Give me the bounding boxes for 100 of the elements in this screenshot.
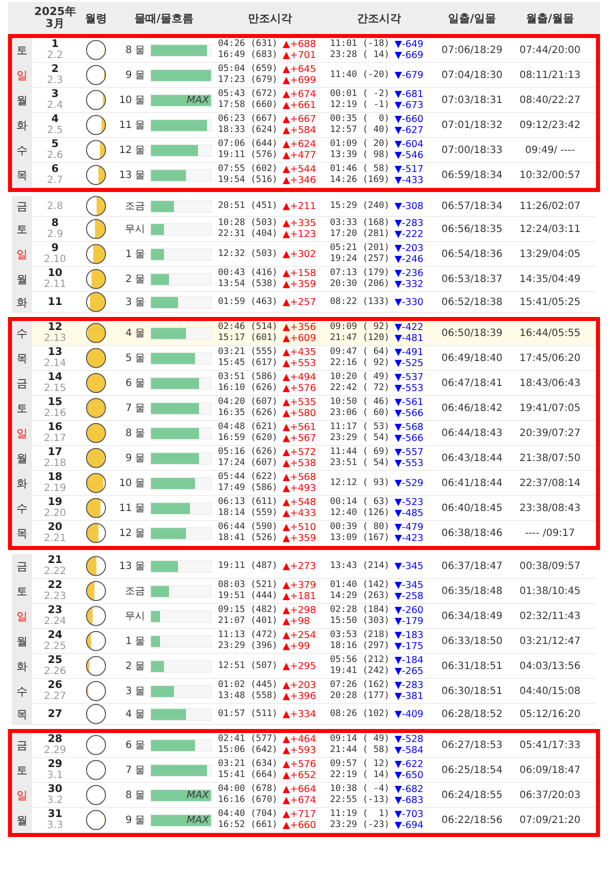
tide-rise: ▲+624 — [282, 139, 316, 150]
sunrise-sunset: 06:22/18:56 — [440, 814, 504, 826]
solar-date: 24 — [48, 630, 62, 641]
high-tide-time: 15:06 (642) — [218, 745, 278, 756]
moonrise-moonset: 10:32/00:57 — [518, 170, 582, 180]
tide-rise: ▲+273 — [282, 560, 316, 572]
low-tide-time: 02:28 (184) — [330, 605, 390, 616]
sunrise-sunset: 06:24/18:55 — [440, 790, 504, 800]
low-tide-time: 11:01 (-18) — [330, 39, 390, 50]
high-tide-time: 16:52 (661) — [218, 820, 278, 831]
moonrise-moonset: 09:49/ ---- — [524, 144, 576, 156]
tide-rise: ▲+158 — [282, 268, 316, 279]
low-tide-time: 15:29 (240) — [330, 200, 390, 212]
lunar-date: 2.2 — [47, 50, 63, 61]
low-tide-time: 22:16 ( 92) — [330, 358, 390, 369]
tide-rise: ▲+660 — [282, 820, 316, 831]
low-tide-time: 13:09 (167) — [330, 533, 390, 544]
low-tide-time: 23:28 ( 14) — [330, 50, 390, 61]
tide-rise: ▲+584 — [282, 125, 316, 136]
tide-rise: ▲+667 — [282, 114, 316, 125]
low-tide-time: 12:40 (126) — [330, 508, 390, 519]
solar-date: 13 — [48, 347, 62, 358]
weekday-cell: 토 — [12, 396, 32, 420]
moonrise-moonset: 07:09/21:20 — [518, 814, 582, 826]
tide-fall: ▼-694 — [394, 820, 424, 831]
low-tide-time: 11:17 ( 53) — [330, 422, 390, 433]
lunar-date: 2.26 — [44, 666, 66, 677]
low-tide-time: 00:14 ( 63) — [330, 497, 390, 508]
tide-rise: ▲+493 — [282, 483, 316, 494]
weekday-cell: 일 — [12, 783, 32, 807]
high-tide-time: 01:59 (463) — [218, 296, 278, 308]
lunar-date: 3.1 — [47, 770, 63, 781]
high-tide-time: 04:48 (621) — [218, 422, 278, 433]
tide-rise: ▲+211 — [282, 200, 316, 212]
tide-rise: ▲+544 — [282, 164, 316, 175]
high-tide-time: 15:45 (617) — [218, 358, 278, 369]
low-tide-time: 15:50 (303) — [330, 616, 390, 627]
lunar-date: 2.23 — [44, 591, 66, 602]
lunar-date: 2.22 — [44, 566, 66, 577]
low-tide-time: 10:20 ( 49) — [330, 372, 390, 383]
tide-rise: ▲+701 — [282, 50, 316, 61]
tide-label: 10 물 — [118, 94, 146, 107]
tide-fall: ▼-175 — [394, 641, 424, 652]
low-tide-time: 09:47 ( 64) — [330, 347, 390, 358]
high-tide-time: 02:41 (577) — [218, 734, 278, 745]
moonrise-moonset: 11:26/02:07 — [518, 200, 582, 212]
sunrise-sunset: 07:00/18:33 — [440, 144, 504, 156]
tide-rise: ▲+379 — [282, 580, 316, 591]
low-tide-time: 23:06 ( 60) — [330, 408, 390, 419]
sunrise-sunset: 06:35/18:48 — [440, 586, 504, 596]
tide-rise: ▲+645 — [282, 64, 316, 75]
sunrise-sunset: 06:52/18:38 — [440, 296, 504, 308]
year-label: 2025年 — [34, 6, 76, 18]
sunrise-sunset: 06:40/18:45 — [440, 502, 504, 514]
low-tide-time: 01:46 ( 58) — [330, 164, 390, 175]
sunrise-sunset: 06:31/18:51 — [440, 660, 504, 672]
solar-date: 21 — [48, 555, 62, 566]
tide-fall: ▼-673 — [394, 100, 424, 111]
sunrise-sunset: 06:53/18:37 — [440, 274, 504, 284]
high-tide-time: 15:41 (664) — [218, 770, 278, 781]
tide-fall: ▼-179 — [394, 616, 424, 627]
high-tide-time: 16:35 (626) — [218, 408, 278, 419]
sunrise-sunset: 06:33/18:50 — [440, 636, 504, 646]
low-tide-time: 03:53 (218) — [330, 630, 390, 641]
low-tide-time: 13:43 (214) — [330, 560, 390, 572]
lunar-date: 2.3 — [47, 75, 63, 86]
sunrise-sunset: 06:57/18:34 — [440, 200, 504, 212]
tide-fall: ▼-330 — [394, 296, 424, 308]
low-tide-time: 22:55 (-13) — [330, 795, 390, 806]
moonrise-moonset: 23:38/08:43 — [518, 502, 582, 514]
tide-rise: ▲+494 — [282, 372, 316, 383]
month-label: 3月 — [46, 18, 64, 30]
weekday-cell: 일 — [12, 63, 32, 87]
low-tide-time: 11:19 ( 1) — [330, 809, 390, 820]
low-tide-time: 23:29 (-23) — [330, 820, 390, 831]
max-label: MAX — [186, 790, 210, 800]
tide-fall: ▼-703 — [394, 809, 424, 820]
solar-date: 6 — [51, 164, 59, 175]
tide-label: 조금 — [124, 585, 146, 598]
tide-fall: ▼-184 — [394, 655, 424, 666]
lunar-date: 2.11 — [44, 279, 66, 290]
low-tide-time: 21:44 ( 58) — [330, 745, 390, 756]
high-tide-time: 17:24 (607) — [218, 458, 278, 469]
low-tide-time: 07:26 (162) — [330, 680, 390, 691]
moonrise-moonset: 13:29/04:05 — [518, 248, 582, 260]
high-tide-time: 02:46 (514) — [218, 322, 278, 333]
tide-fall: ▼-682 — [394, 784, 424, 795]
moonrise-moonset: 12:24/03:11 — [518, 224, 582, 234]
high-tide-time: 05:04 (659) — [218, 64, 278, 75]
low-tide-time: 09:57 ( 12) — [330, 759, 390, 770]
tide-label: 12 물 — [118, 527, 146, 540]
high-tide-time: 03:21 (555) — [218, 347, 278, 358]
tide-rise: ▲+576 — [282, 383, 316, 394]
tide-label: 조금 — [124, 200, 146, 213]
high-tide-time: 21:07 (401) — [218, 616, 278, 627]
solar-date: 14 — [48, 372, 62, 383]
lunar-date: 2.7 — [47, 175, 63, 186]
high-tide-time: 13:54 (538) — [218, 279, 278, 290]
lunar-date: 2.8 — [47, 200, 63, 212]
tide-fall: ▼-525 — [394, 358, 424, 369]
